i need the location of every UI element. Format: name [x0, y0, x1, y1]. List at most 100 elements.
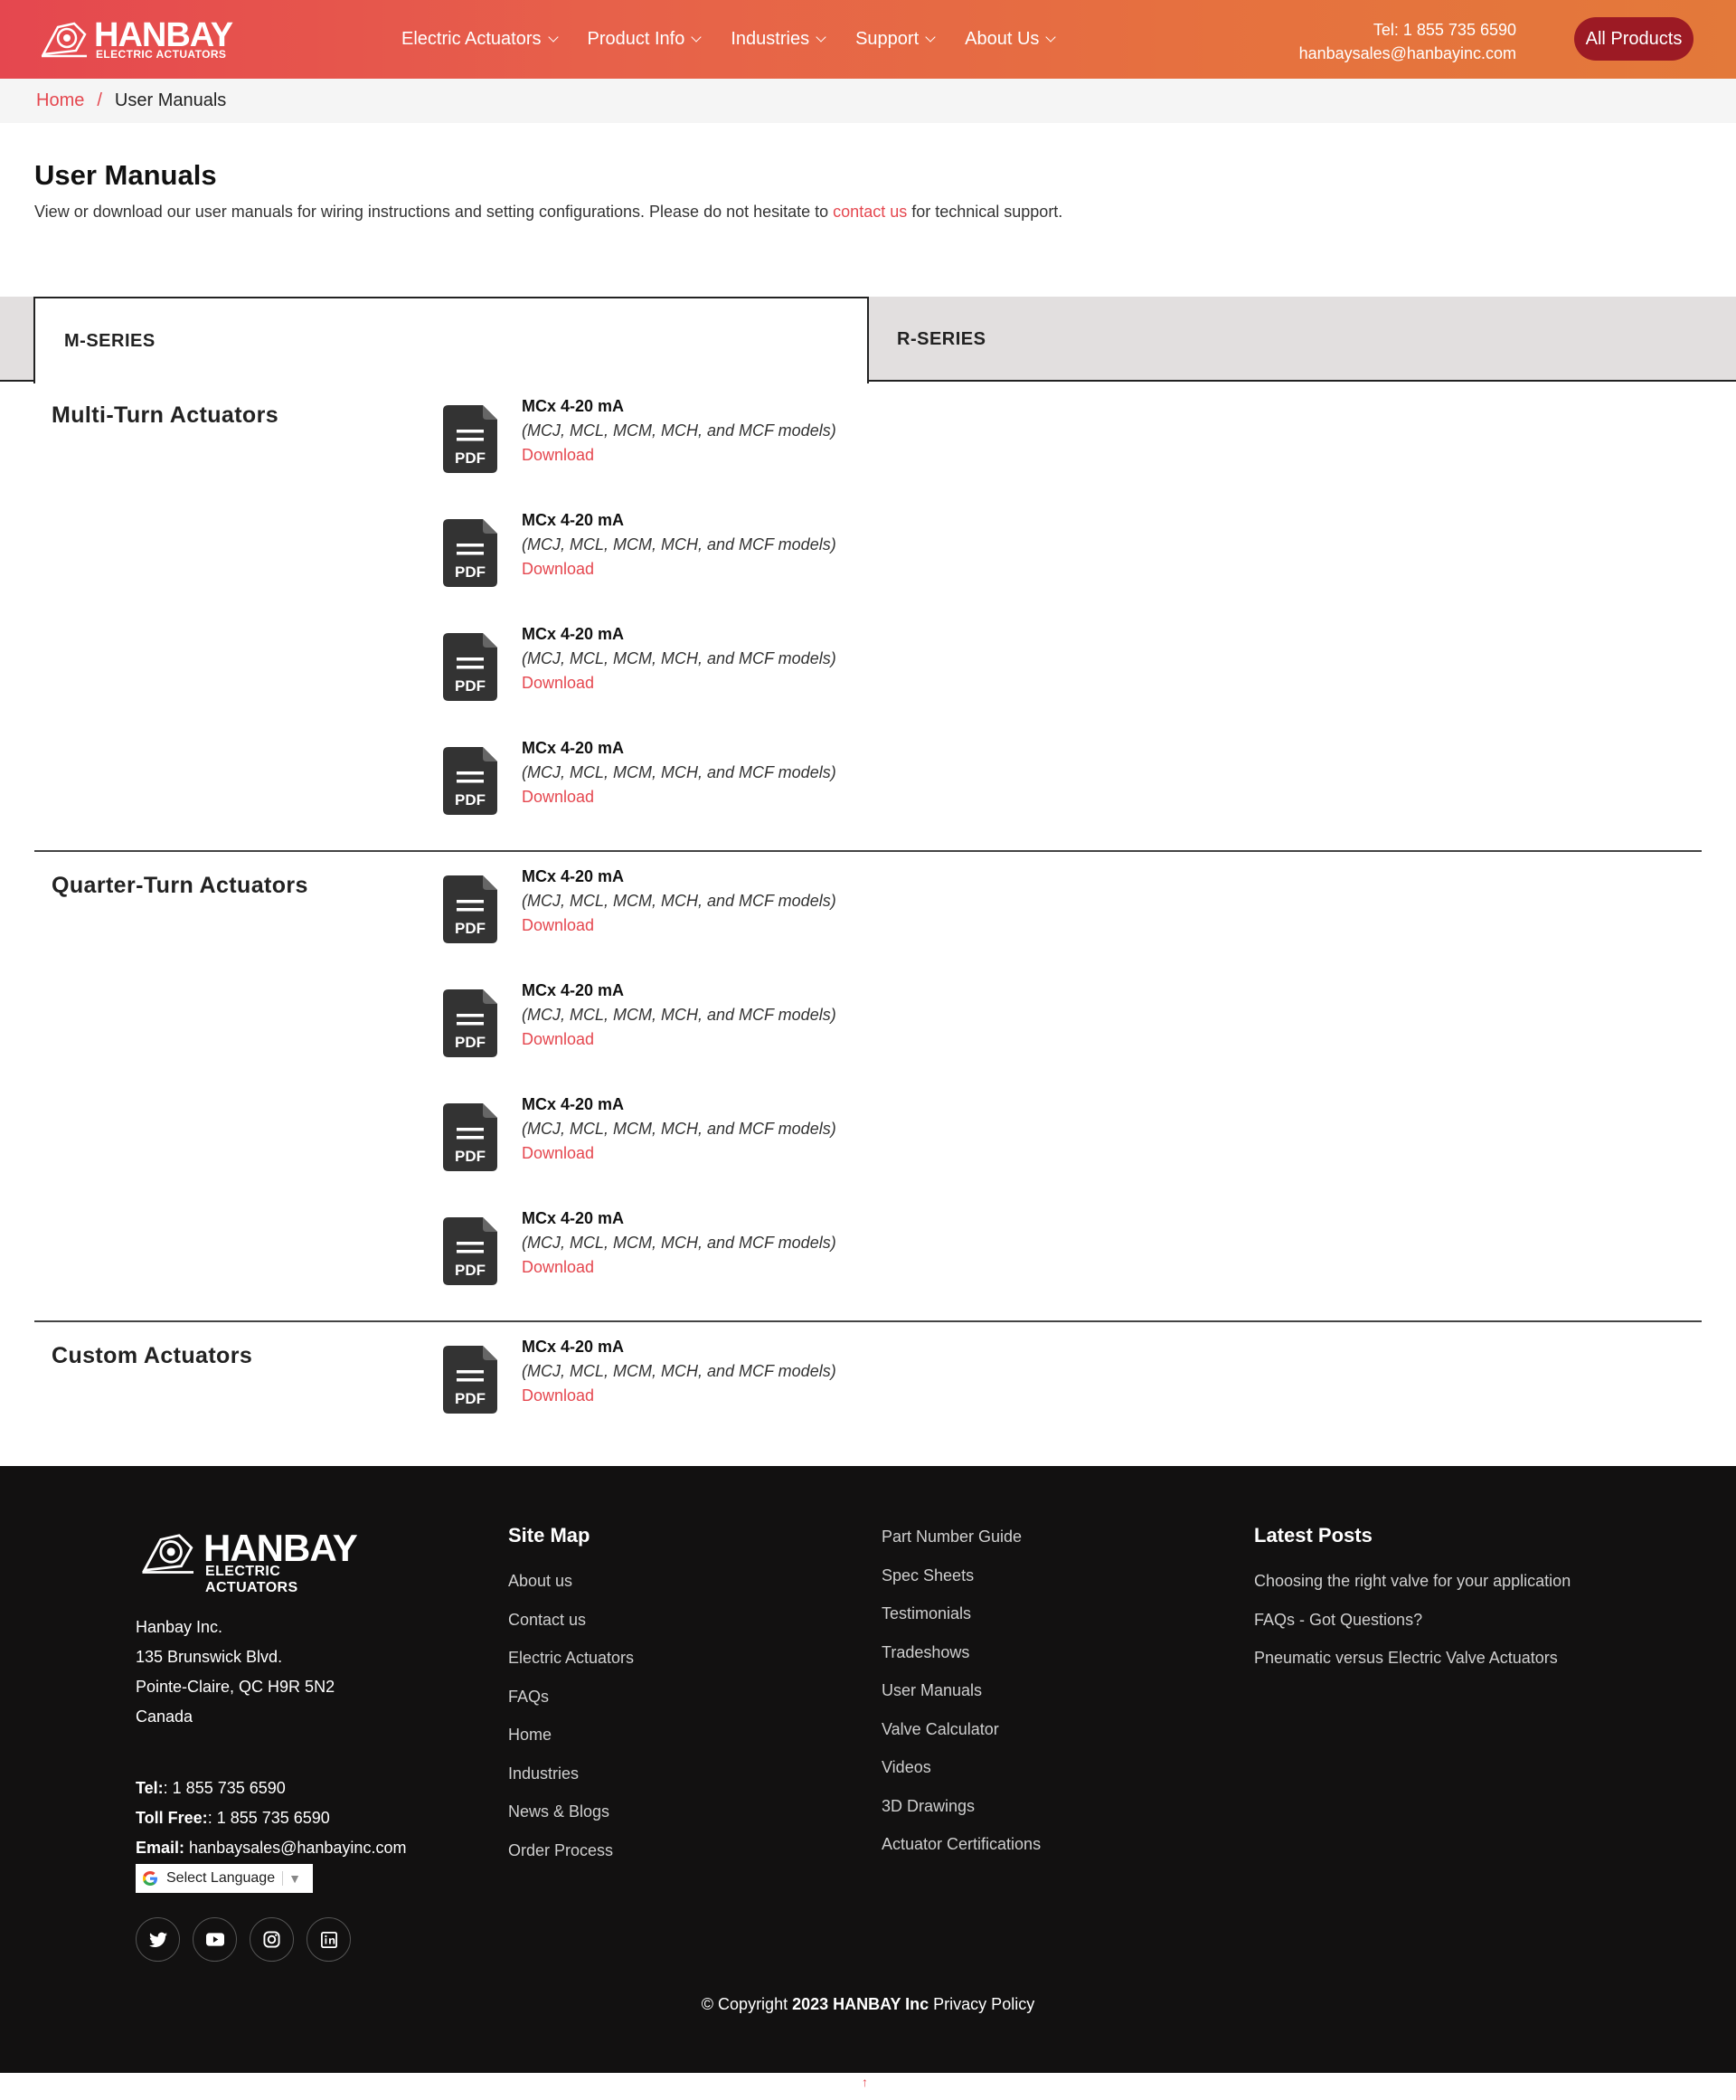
footer-link-valve-calculator[interactable]: Valve Calculator	[882, 1710, 1041, 1749]
nav-support[interactable]: Support	[855, 29, 936, 50]
pdf-file-icon: PDF	[443, 1346, 497, 1414]
header-email[interactable]: hanbaysales@hanbayinc.com	[1299, 42, 1516, 65]
address-line: Hanbay Inc.	[136, 1618, 223, 1636]
pdf-file-icon: PDF	[443, 405, 497, 473]
youtube-icon[interactable]	[193, 1917, 237, 1962]
manual-models: (MCJ, MCL, MCM, MCH, and MCF models)	[522, 892, 836, 910]
header-phone[interactable]: Tel: 1 855 735 6590	[1299, 18, 1516, 42]
footer-link-news-blogs[interactable]: News & Blogs	[508, 1793, 634, 1831]
manual-title: MCx 4-20 mA	[522, 981, 625, 999]
tollfree-value[interactable]: : 1 855 735 6590	[208, 1809, 330, 1827]
manual-title: MCx 4-20 mA	[522, 511, 625, 529]
nav-electric-actuators[interactable]: Electric Actuators	[401, 29, 559, 50]
footer-sitemap: Site Map About us Contact us Electric Ac…	[508, 1520, 634, 1869]
footer-post-link[interactable]: Choosing the right valve for your applic…	[1254, 1562, 1571, 1601]
tel-label: Tel:	[136, 1779, 164, 1797]
footer-post-link[interactable]: FAQs - Got Questions?	[1254, 1601, 1571, 1640]
download-link[interactable]: Download	[522, 557, 836, 582]
footer-logo-wordmark: HANBAY	[203, 1527, 358, 1569]
footer-link-videos[interactable]: Videos	[882, 1748, 1041, 1787]
manual-item: PDF MCx 4-20 mA (MCJ, MCL, MCM, MCH, and …	[443, 1093, 836, 1206]
manual-info: MCx 4-20 mA (MCJ, MCL, MCM, MCH, and MCF …	[522, 865, 836, 979]
manual-item: PDF MCx 4-20 mA (MCJ, MCL, MCM, MCH, and …	[443, 1206, 836, 1320]
nav-product-info[interactable]: Product Info	[588, 29, 703, 50]
footer-link-faqs[interactable]: FAQs	[508, 1678, 634, 1717]
back-to-top-icon[interactable]: ↑	[862, 2075, 868, 2089]
all-products-button[interactable]: All Products	[1574, 17, 1694, 61]
breadcrumb-home-link[interactable]: Home	[36, 90, 84, 111]
manual-section: Quarter-Turn Actuators PDF MCx 4-20 mA (M…	[34, 852, 1702, 1322]
download-link[interactable]: Download	[522, 1027, 836, 1052]
manual-section: Custom Actuators PDF MCx 4-20 mA (MCJ, MC…	[34, 1322, 1702, 1449]
main-nav: Electric Actuators Product Info Industri…	[401, 0, 1085, 79]
tel-value[interactable]: : 1 855 735 6590	[164, 1779, 286, 1797]
manual-item: PDF MCx 4-20 mA (MCJ, MCL, MCM, MCH, and …	[443, 508, 836, 622]
tab-m-series[interactable]: M-SERIES	[33, 297, 869, 383]
manual-info: MCx 4-20 mA (MCJ, MCL, MCM, MCH, and MCF …	[522, 979, 836, 1093]
download-link[interactable]: Download	[522, 671, 836, 695]
privacy-policy-link[interactable]: Privacy Policy	[929, 1995, 1034, 2013]
tab-r-series[interactable]: R-SERIES	[869, 297, 986, 382]
contact-us-link[interactable]: contact us	[833, 203, 907, 221]
linkedin-icon[interactable]	[307, 1917, 351, 1962]
breadcrumb: Home / User Manuals	[0, 79, 1736, 123]
footer-logo-tagline: ELECTRIC ACTUATORS	[205, 1564, 298, 1595]
download-link[interactable]: Download	[522, 443, 836, 468]
footer-link-tradeshows[interactable]: Tradeshows	[882, 1633, 1041, 1672]
download-link[interactable]: Download	[522, 1141, 836, 1166]
manual-title: MCx 4-20 mA	[522, 867, 625, 885]
manual-title: MCx 4-20 mA	[522, 1095, 625, 1113]
footer-link-contact-us[interactable]: Contact us	[508, 1601, 634, 1640]
footer-link-actuator-certifications[interactable]: Actuator Certifications	[882, 1825, 1041, 1864]
nav-label: About Us	[965, 29, 1040, 49]
language-select-label: Select Language	[166, 1870, 276, 1886]
manual-item: PDF MCx 4-20 mA (MCJ, MCL, MCM, MCH, and …	[443, 736, 836, 850]
footer-logo[interactable]: HANBAY ELECTRIC ACTUATORS	[140, 1527, 375, 1595]
intro-section: User Manuals View or download our user m…	[0, 123, 1736, 297]
footer-link-spec-sheets[interactable]: Spec Sheets	[882, 1556, 1041, 1595]
email-value[interactable]: hanbaysales@hanbayinc.com	[184, 1839, 406, 1857]
site-footer: HANBAY ELECTRIC ACTUATORS Hanbay Inc. 13…	[0, 1466, 1736, 2073]
language-select[interactable]: Select Language ▼	[136, 1864, 313, 1893]
section-title: Custom Actuators	[52, 1343, 253, 1368]
download-link[interactable]: Download	[522, 785, 836, 809]
manual-item: PDF MCx 4-20 mA (MCJ, MCL, MCM, MCH, and …	[443, 394, 836, 508]
chevron-down-icon	[816, 32, 826, 43]
header-contact: Tel: 1 855 735 6590 hanbaysales@hanbayin…	[1299, 18, 1516, 65]
pdf-file-icon: PDF	[443, 875, 497, 943]
footer-email: Email: hanbaysales@hanbayinc.com	[136, 1833, 406, 1863]
section-title: Multi-Turn Actuators	[52, 402, 279, 428]
footer-link-about-us[interactable]: About us	[508, 1562, 634, 1601]
nav-industries[interactable]: Industries	[731, 29, 826, 50]
manual-item: PDF MCx 4-20 mA (MCJ, MCL, MCM, MCH, and …	[443, 622, 836, 736]
hanbay-logo[interactable]: HANBAY ELECTRIC ACTUATORS	[40, 18, 239, 61]
manual-list: PDF MCx 4-20 mA (MCJ, MCL, MCM, MCH, and …	[443, 382, 836, 850]
manual-list: PDF MCx 4-20 mA (MCJ, MCL, MCM, MCH, and …	[443, 852, 836, 1320]
nav-label: Industries	[731, 29, 810, 49]
footer-link-testimonials[interactable]: Testimonials	[882, 1594, 1041, 1633]
footer-post-link[interactable]: Pneumatic versus Electric Valve Actuator…	[1254, 1639, 1571, 1678]
twitter-icon[interactable]	[136, 1917, 180, 1962]
download-link[interactable]: Download	[522, 1255, 836, 1280]
footer-tel: Tel:: 1 855 735 6590	[136, 1774, 406, 1803]
breadcrumb-current: User Manuals	[114, 90, 227, 110]
footer-link-part-number-guide[interactable]: Part Number Guide	[882, 1518, 1041, 1556]
address-line: 135 Brunswick Blvd.	[136, 1648, 283, 1666]
footer-link-home[interactable]: Home	[508, 1716, 634, 1755]
footer-link-electric-actuators[interactable]: Electric Actuators	[508, 1639, 634, 1678]
download-link[interactable]: Download	[522, 1384, 836, 1408]
copyright: © Copyright 2023 HANBAY Inc Privacy Poli…	[0, 1995, 1736, 2014]
instagram-icon[interactable]	[250, 1917, 294, 1962]
manual-info: MCx 4-20 mA (MCJ, MCL, MCM, MCH, and MCF …	[522, 1335, 836, 1449]
address-line: Canada	[136, 1707, 193, 1726]
nav-about-us[interactable]: About Us	[965, 29, 1057, 50]
chevron-down-icon	[925, 32, 936, 43]
nav-label: Support	[855, 29, 920, 49]
footer-link-order-process[interactable]: Order Process	[508, 1831, 634, 1870]
page-title: User Manuals	[34, 159, 217, 191]
footer-link-3d-drawings[interactable]: 3D Drawings	[882, 1787, 1041, 1826]
footer-link-user-manuals[interactable]: User Manuals	[882, 1671, 1041, 1710]
pdf-file-icon: PDF	[443, 747, 497, 815]
footer-link-industries[interactable]: Industries	[508, 1755, 634, 1793]
download-link[interactable]: Download	[522, 913, 836, 938]
